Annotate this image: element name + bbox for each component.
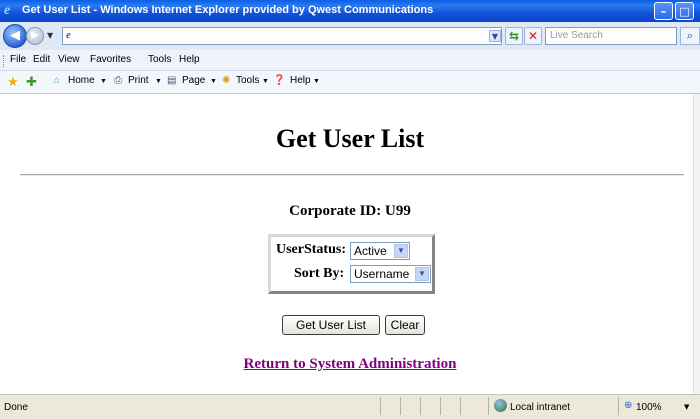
get-user-list-button[interactable]: Get User List (282, 315, 380, 335)
chevron-down-icon: ▼ (415, 267, 429, 281)
zoom-dropdown-icon[interactable]: ▼ (684, 403, 689, 411)
status-separator (618, 397, 619, 415)
back-button[interactable]: ◀ (3, 24, 27, 48)
status-bar (0, 394, 700, 419)
clear-button[interactable]: Clear (385, 315, 425, 335)
page-icon-cmd: ▤ (167, 75, 177, 86)
back-arrow-icon: ◀ (10, 28, 20, 43)
home-dropdown-icon[interactable]: ▼ (100, 78, 107, 85)
page-title: Get User List (275, 124, 425, 153)
refresh-button[interactable]: ⇆ (505, 27, 523, 45)
menu-help[interactable]: Help (179, 54, 200, 65)
security-zone: Local intranet (510, 402, 571, 413)
maximize-button[interactable]: □ (675, 2, 694, 20)
status-separator (440, 397, 441, 415)
status-separator (420, 397, 421, 415)
return-to-system-admin-link[interactable]: Return to System Administration (0, 356, 700, 373)
menu-file[interactable]: File (10, 54, 26, 65)
chevron-down-icon: ▼ (394, 244, 408, 258)
favorites-star-icon[interactable]: ★ (7, 75, 19, 88)
forward-arrow-icon: ▶ (31, 30, 39, 41)
help-button[interactable]: Help (290, 75, 311, 86)
help-dropdown-icon[interactable]: ▼ (313, 78, 320, 85)
sort-by-select[interactable]: Username ▼ (350, 265, 431, 283)
divider (20, 174, 684, 176)
stop-button[interactable]: ✕ (524, 27, 542, 45)
tools-gear-icon: ✺ (222, 75, 231, 86)
sort-by-label: Sort By: (294, 266, 345, 281)
search-input[interactable]: Live Search (545, 27, 677, 45)
menu-favorites[interactable]: Favorites (90, 54, 131, 65)
window-title: Get User List - Windows Internet Explore… (22, 4, 434, 16)
intranet-zone-icon (494, 399, 507, 412)
address-dropdown-icon[interactable]: ▼ (489, 30, 501, 42)
status-text: Done (4, 402, 28, 413)
menu-tools[interactable]: Tools (148, 54, 171, 65)
filter-table: UserStatus: Active ▼ Sort By: Username ▼ (268, 234, 435, 294)
add-favorites-icon[interactable]: ✚ (26, 75, 37, 88)
status-separator (460, 397, 461, 415)
sort-by-value: Username (354, 267, 410, 281)
search-icon[interactable]: ⌕ (680, 27, 700, 45)
address-field[interactable]: e ▼ (62, 27, 502, 45)
user-status-value: Active (354, 244, 387, 258)
home-icon: ⌂ (54, 75, 61, 86)
zoom-level[interactable]: 100% (636, 402, 662, 413)
page-icon: e (66, 29, 71, 41)
title-bar[interactable]: e Get User List - Windows Internet Explo… (0, 0, 700, 22)
print-dropdown-icon[interactable]: ▼ (155, 78, 162, 85)
menu-grip (3, 55, 6, 67)
user-status-select[interactable]: Active ▼ (350, 242, 410, 260)
status-separator (380, 397, 381, 415)
ie-logo-icon: e (4, 3, 11, 18)
tools-button[interactable]: Tools (236, 75, 259, 86)
print-button[interactable]: Print (128, 75, 149, 86)
page-dropdown-icon[interactable]: ▼ (210, 78, 217, 85)
print-icon: ⎙ (114, 75, 122, 86)
forward-button[interactable]: ▶ (26, 27, 44, 45)
recent-pages-dropdown[interactable]: ▼ (47, 31, 53, 40)
vertical-scrollbar[interactable] (693, 94, 700, 394)
help-icon: ❓ (273, 75, 286, 86)
home-button[interactable]: Home (68, 75, 95, 86)
user-status-label: UserStatus: (276, 242, 346, 257)
page-button[interactable]: Page (182, 75, 205, 86)
corporate-id: Corporate ID: U99 (289, 203, 411, 219)
zoom-icon: ⊕ (624, 400, 633, 411)
tools-dropdown-icon[interactable]: ▼ (262, 78, 269, 85)
minimize-button[interactable]: – (654, 2, 673, 20)
menu-view[interactable]: View (58, 54, 80, 65)
menu-edit[interactable]: Edit (33, 54, 50, 65)
status-separator (400, 397, 401, 415)
status-separator (488, 397, 489, 415)
